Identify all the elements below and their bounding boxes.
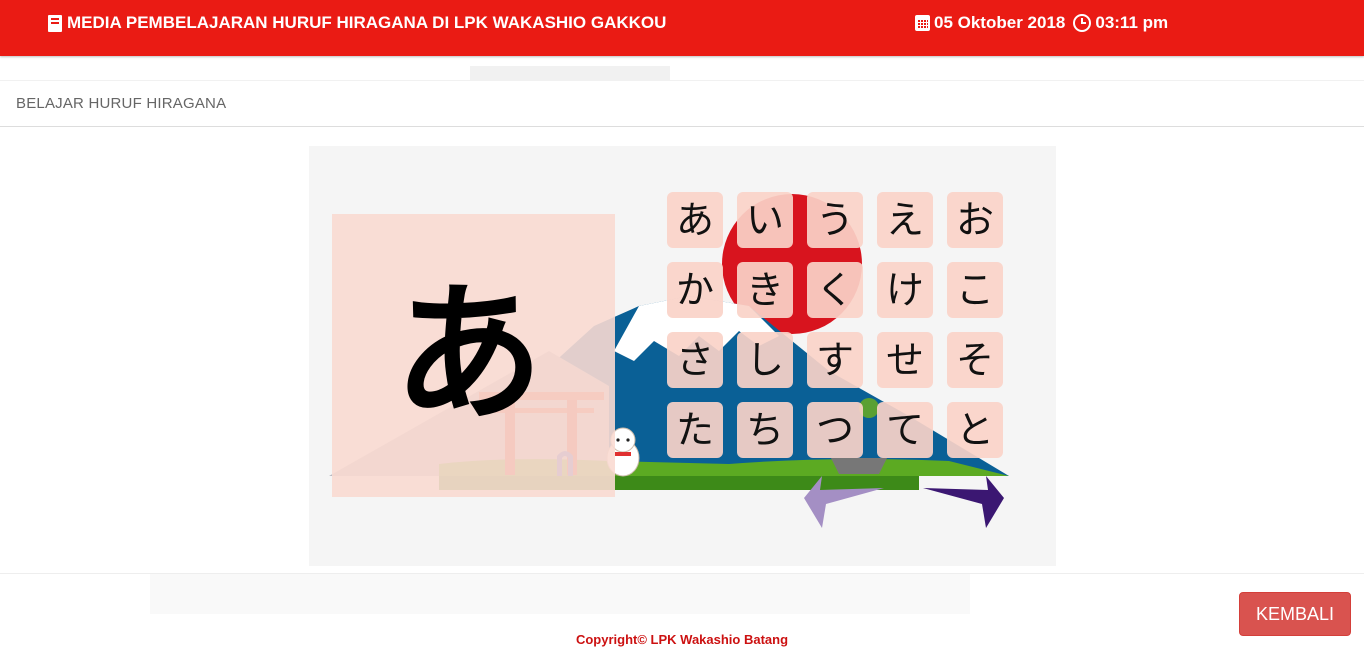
footer-copyright: Copyright© LPK Wakashio Batang: [575, 632, 789, 647]
kana-button[interactable]: す: [807, 332, 863, 388]
kana-button[interactable]: と: [947, 402, 1003, 458]
back-button[interactable]: KEMBALI: [1239, 592, 1351, 636]
kana-button[interactable]: せ: [877, 332, 933, 388]
background-watermark-top: [470, 66, 670, 80]
kana-button[interactable]: ち: [737, 402, 793, 458]
arrow-left-icon[interactable]: [804, 474, 889, 530]
kana-button[interactable]: つ: [807, 402, 863, 458]
current-date: 05 Oktober 2018: [934, 13, 1066, 32]
top-navbar: MEDIA PEMBELAJARAN HURUF HIRAGANA DI LPK…: [0, 0, 1364, 56]
app-brand: MEDIA PEMBELAJARAN HURUF HIRAGANA DI LPK…: [48, 12, 666, 34]
kana-button[interactable]: え: [877, 192, 933, 248]
kana-button[interactable]: さ: [667, 332, 723, 388]
arrow-right-icon[interactable]: [919, 474, 1004, 530]
calendar-icon: [915, 15, 930, 31]
hiragana-stage: あ あいうえおかきくけこさしすせそたちつてと: [309, 146, 1056, 566]
kana-button[interactable]: し: [737, 332, 793, 388]
kana-button[interactable]: う: [807, 192, 863, 248]
kana-button[interactable]: い: [737, 192, 793, 248]
kana-button[interactable]: た: [667, 402, 723, 458]
kana-button[interactable]: お: [947, 192, 1003, 248]
kana-button[interactable]: け: [877, 262, 933, 318]
panel-divider: [0, 126, 1364, 127]
kana-button[interactable]: か: [667, 262, 723, 318]
kana-button[interactable]: き: [737, 262, 793, 318]
panel-heading: BELAJAR HURUF HIRAGANA: [16, 95, 227, 112]
book-icon: [48, 14, 62, 32]
current-time: 03:11 pm: [1095, 13, 1169, 32]
background-watermark-bottom: [150, 574, 970, 614]
kana-button[interactable]: そ: [947, 332, 1003, 388]
kana-button[interactable]: て: [877, 402, 933, 458]
selected-kana: あ: [393, 265, 544, 442]
kana-button[interactable]: く: [807, 262, 863, 318]
date-time-display: 05 Oktober 2018 03:11 pm: [915, 12, 1168, 34]
selected-kana-card: あ: [332, 214, 615, 497]
clock-icon: [1073, 14, 1092, 32]
kana-button[interactable]: こ: [947, 262, 1003, 318]
kana-button[interactable]: あ: [667, 192, 723, 248]
kana-grid: あいうえおかきくけこさしすせそたちつてと: [667, 192, 1003, 458]
bonsai-pot: [831, 458, 887, 474]
app-title: MEDIA PEMBELAJARAN HURUF HIRAGANA DI LPK…: [67, 13, 667, 32]
